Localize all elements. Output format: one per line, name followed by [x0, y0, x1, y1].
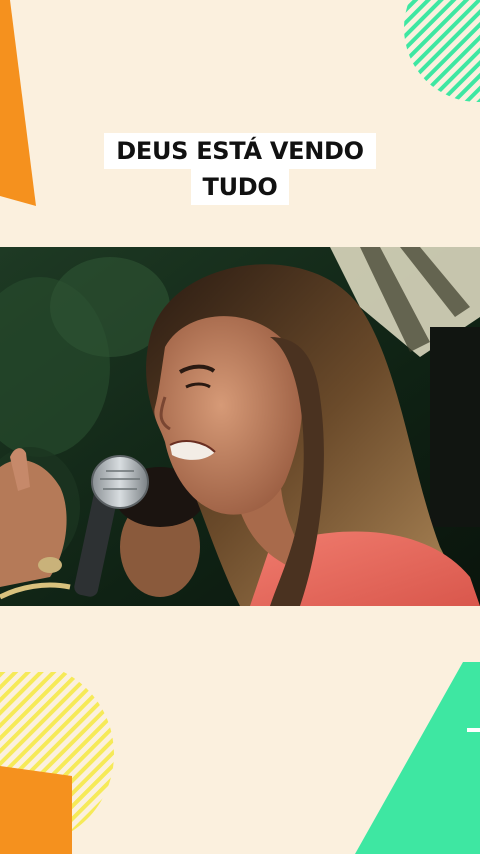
orange-block-shape: [0, 766, 72, 854]
green-striped-circle: [404, 0, 480, 102]
video-frame[interactable]: [0, 247, 480, 606]
video-caption: DEUS ESTÁ VENDO TUDO: [0, 133, 480, 205]
caption-line-2: TUDO: [190, 169, 290, 205]
caption-line-1: DEUS ESTÁ VENDO: [104, 133, 376, 169]
video-scene: [0, 247, 480, 606]
green-corner-shape: [355, 662, 480, 854]
